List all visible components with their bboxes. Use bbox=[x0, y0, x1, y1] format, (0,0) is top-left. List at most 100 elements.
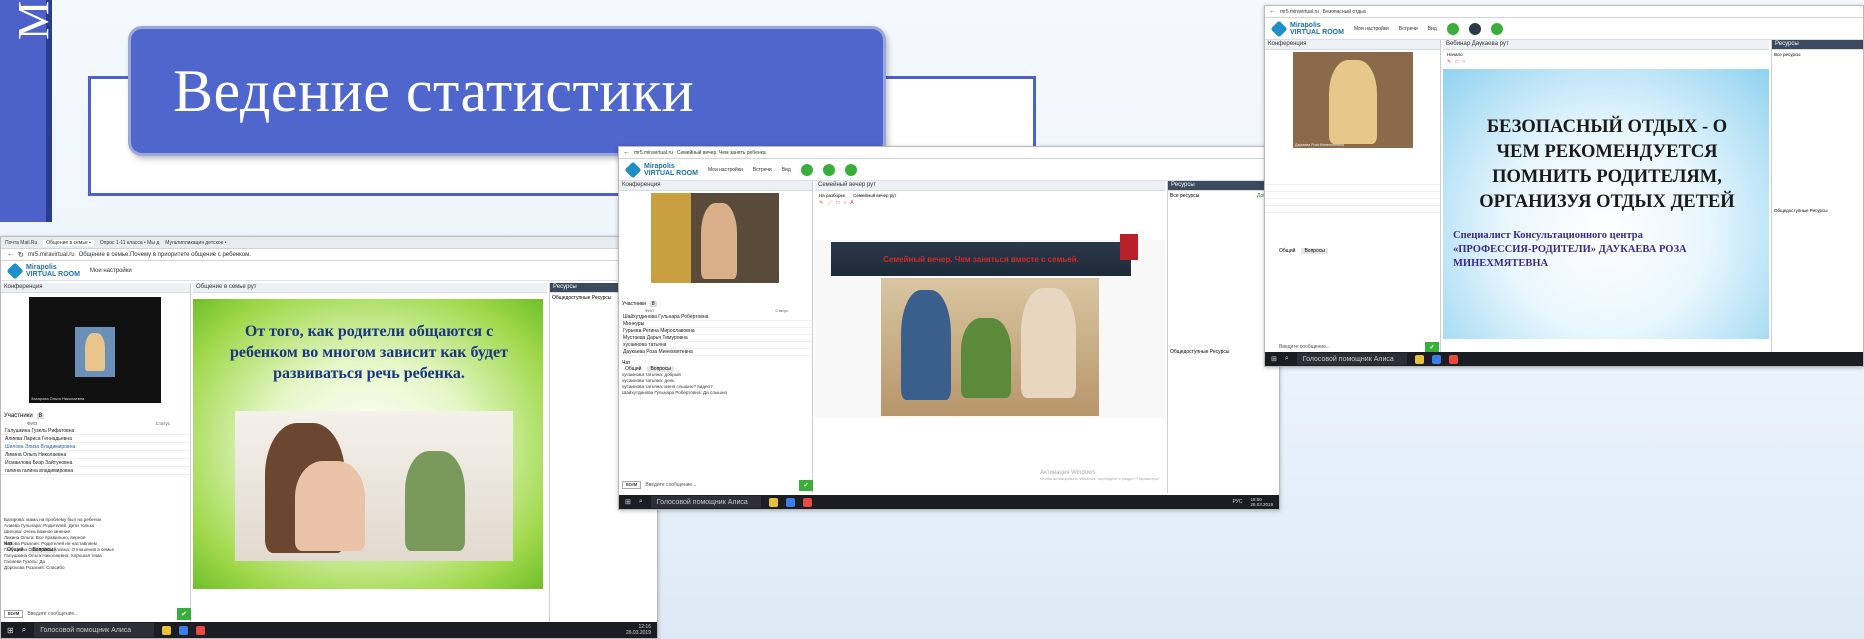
person-shape bbox=[1329, 60, 1377, 144]
menu-view[interactable]: Вид bbox=[1428, 26, 1437, 32]
sound-icon[interactable] bbox=[844, 163, 857, 176]
resources-all: Все ресурсы bbox=[1170, 193, 1200, 199]
menu-settings[interactable]: Мои настройки bbox=[1354, 26, 1389, 32]
menu-settings[interactable]: Мои настройки bbox=[708, 167, 743, 173]
pen-icon[interactable]: ✎ bbox=[1447, 59, 1451, 69]
chat-input[interactable]: Введите сообщение... bbox=[645, 482, 795, 488]
slide-photo bbox=[235, 411, 513, 561]
list-item[interactable]: Шайхутдинова Гульнара Робертовна bbox=[619, 314, 812, 321]
taskbar: ⊞ ⌕ Голосовой помощник Алиса 12:16 26.03.… bbox=[1, 622, 657, 638]
store-icon[interactable] bbox=[1431, 354, 1441, 364]
back-icon[interactable]: ← bbox=[7, 251, 14, 258]
list-item[interactable]: Миннуры bbox=[619, 321, 812, 328]
conference-panel: Конференция Участники 8 ФИО Статус Шайху… bbox=[619, 181, 813, 493]
list-item[interactable] bbox=[1265, 178, 1440, 185]
participant-name: Исмаилова Бизр Зайтуновна bbox=[5, 459, 73, 466]
list-item[interactable]: Мустаева Дарья Тимуровна bbox=[619, 335, 812, 342]
mic-icon[interactable] bbox=[1446, 22, 1459, 35]
store-icon[interactable] bbox=[785, 497, 795, 507]
windows-activation: Активация Windows Чтобы активировать Win… bbox=[1040, 470, 1161, 481]
windows-icon[interactable]: ⊞ bbox=[7, 626, 14, 635]
back-icon[interactable]: ← bbox=[623, 149, 630, 156]
list-item[interactable]: Ликина Ольга Николаевна bbox=[1, 451, 190, 459]
list-item[interactable] bbox=[1265, 185, 1440, 192]
taskbar-search[interactable]: Голосовой помощник Алиса bbox=[1296, 353, 1407, 365]
menu-settings[interactable]: Мои настройки bbox=[90, 268, 132, 274]
chat-input[interactable]: Введите сообщение... bbox=[1279, 344, 1421, 350]
explorer-icon[interactable] bbox=[162, 625, 172, 635]
list-item[interactable]: Алиева Лариса Геннадьевна bbox=[1, 435, 190, 443]
room-header: Общение в семье рут bbox=[193, 283, 547, 293]
send-button[interactable]: ✔ bbox=[1425, 341, 1439, 353]
tab-room[interactable]: Начало bbox=[1447, 52, 1463, 57]
list-item[interactable] bbox=[1265, 199, 1440, 206]
yandex-icon[interactable] bbox=[1448, 354, 1458, 364]
list-item[interactable]: Исмаилова Бизр Зайтуновна bbox=[1, 459, 190, 467]
camera-icon[interactable] bbox=[822, 163, 835, 176]
chat-input[interactable]: Введите сообщение... bbox=[27, 611, 173, 617]
tab-room[interactable]: На разборке bbox=[819, 193, 845, 198]
language-indicator[interactable]: РУС bbox=[1232, 499, 1242, 505]
participants-list bbox=[1265, 178, 1440, 213]
browser-tab[interactable]: Общение в семье • bbox=[43, 239, 94, 246]
url-text[interactable]: mr5.miravirtual.ru bbox=[1280, 9, 1319, 15]
list-item[interactable]: Галушкина Гузель Рифатовна bbox=[1, 427, 190, 435]
list-item[interactable]: Шилова Элиза Владимировна bbox=[1, 443, 190, 451]
list-item[interactable]: Гурьева Регина Мирославовна bbox=[619, 328, 812, 335]
search-icon[interactable]: ⌕ bbox=[1285, 355, 1289, 363]
yandex-icon[interactable] bbox=[802, 497, 812, 507]
col-fio: ФИО bbox=[645, 308, 655, 313]
rect-icon[interactable]: □ bbox=[1455, 59, 1458, 69]
mic-icon[interactable] bbox=[800, 163, 813, 176]
menu-meetings[interactable]: Встречи bbox=[1399, 26, 1418, 32]
rect-icon[interactable]: □ bbox=[836, 200, 839, 208]
line-icon[interactable]: ／ bbox=[827, 200, 832, 208]
circle-icon[interactable]: ○ bbox=[1462, 59, 1465, 69]
store-icon[interactable] bbox=[179, 625, 189, 635]
browser-tabbar: Почта Mail.Ru Общение в семье • Опрос 1-… bbox=[1, 237, 657, 249]
tab-room[interactable]: Семейный вечер рут bbox=[853, 193, 896, 198]
mirapolis-logo: Mirapolis VIRTUAL ROOM bbox=[624, 161, 698, 178]
public-resources: Общедоступные Ресурсы bbox=[1774, 208, 1828, 213]
video-feed: Даукаева Роза Минехмятевна bbox=[1293, 52, 1413, 148]
room-header: Семейный вечер рут bbox=[815, 181, 1165, 191]
taskbar-search[interactable]: Голосовой помощник Алиса bbox=[650, 496, 761, 508]
person-shape bbox=[961, 318, 1011, 398]
participant-name: Миннуры bbox=[623, 321, 645, 327]
explorer-icon[interactable] bbox=[1414, 354, 1424, 364]
url-text[interactable]: mr5.miravirtual.ru bbox=[634, 150, 673, 156]
list-item[interactable] bbox=[1265, 206, 1440, 213]
chat-recipient-select[interactable]: всем bbox=[4, 610, 24, 618]
tab-general[interactable]: Общий bbox=[1279, 248, 1295, 254]
back-icon[interactable]: ← bbox=[1269, 8, 1276, 15]
search-icon[interactable]: ⌕ bbox=[639, 498, 643, 506]
list-item[interactable]: галина галина владимировна bbox=[1, 467, 190, 475]
reload-icon[interactable]: ↻ bbox=[18, 251, 24, 259]
browser-tab[interactable]: Почта Mail.Ru bbox=[5, 240, 37, 246]
slide-banner-text: Семейный вечер. Чем заняться вместе с се… bbox=[883, 254, 1079, 264]
windows-icon[interactable]: ⊞ bbox=[1271, 355, 1277, 363]
slide-side-letter: М bbox=[9, 0, 58, 40]
menu-view[interactable]: Вид bbox=[782, 167, 791, 173]
list-item[interactable] bbox=[1265, 192, 1440, 199]
browser-tab[interactable]: Опрос 1-11 класса • Мы д bbox=[100, 240, 159, 246]
camera-icon[interactable] bbox=[1468, 22, 1481, 35]
send-button[interactable]: ✔ bbox=[799, 479, 813, 491]
url-text[interactable]: mr5.miravirtual.ru bbox=[28, 252, 75, 258]
search-icon[interactable]: ⌕ bbox=[22, 625, 26, 635]
taskbar-search[interactable]: Голосовой помощник Алиса bbox=[34, 623, 155, 637]
yandex-icon[interactable] bbox=[196, 625, 206, 635]
sound-icon[interactable] bbox=[1490, 22, 1503, 35]
chat-recipient-select[interactable]: всем bbox=[622, 481, 642, 489]
text-icon[interactable]: A bbox=[850, 200, 853, 208]
tab-questions[interactable]: Вопросы bbox=[1301, 248, 1328, 254]
menu-meetings[interactable]: Встречи bbox=[753, 167, 772, 173]
list-item[interactable]: хусаинова татьяна bbox=[619, 342, 812, 349]
list-item[interactable]: Даукаева Роза Минехмятевна bbox=[619, 349, 812, 356]
send-button[interactable]: ✔ bbox=[177, 608, 191, 620]
browser-tab[interactable]: Мультипликация детское • bbox=[165, 240, 226, 246]
windows-icon[interactable]: ⊞ bbox=[625, 498, 631, 506]
explorer-icon[interactable] bbox=[768, 497, 778, 507]
circle-icon[interactable]: ○ bbox=[843, 200, 846, 208]
pen-icon[interactable]: ✎ bbox=[819, 200, 823, 208]
